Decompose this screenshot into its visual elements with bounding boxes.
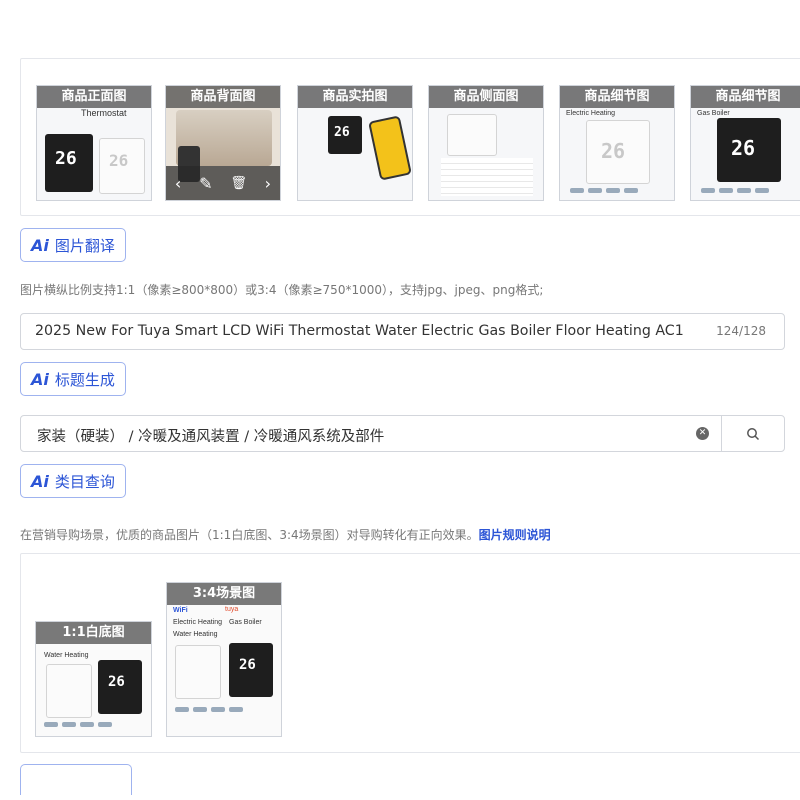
thumb-hover-toolbar: ‹ ✎ 🗑 › bbox=[166, 166, 280, 200]
image-format-hint: 图片横纵比例支持1:1（像素≥800*800）或3:4（像素≥750*1000）… bbox=[20, 283, 544, 297]
partner-logos bbox=[701, 188, 769, 194]
phone-image bbox=[368, 115, 412, 181]
spec-table bbox=[441, 158, 533, 196]
partner-logos bbox=[44, 722, 112, 728]
thumb-caption: 商品正面图 bbox=[37, 86, 151, 108]
thumbnail-detail-1[interactable]: Electric Heating 26 商品细节图 bbox=[559, 85, 675, 201]
partner-logos bbox=[570, 188, 638, 194]
thermostat-dark: 26 bbox=[45, 134, 93, 192]
marketing-caption: 1:1白底图 bbox=[36, 622, 151, 644]
thermostat-light bbox=[46, 664, 92, 718]
thermostat-light: 26 bbox=[586, 120, 650, 184]
thumb-overlay-text: Thermostat bbox=[81, 108, 127, 118]
thumb-caption: 商品侧面图 bbox=[429, 86, 543, 108]
thumb-caption: 商品细节图 bbox=[691, 86, 800, 108]
marketing-caption: 3:4场景图 bbox=[167, 583, 281, 605]
category-query-button[interactable]: Ai 类目查询 bbox=[20, 464, 126, 498]
prev-image-icon[interactable]: ‹ bbox=[175, 174, 181, 193]
title-input-value: 2025 New For Tuya Smart LCD WiFi Thermos… bbox=[35, 323, 684, 339]
marketing-image-text: WiFi bbox=[173, 607, 188, 614]
thermostat-dark: 26 bbox=[229, 643, 273, 697]
marketing-image-square[interactable]: Water Heating 26 1:1白底图 bbox=[35, 621, 152, 737]
image-rules-link[interactable]: 图片规则说明 bbox=[479, 528, 551, 542]
category-input[interactable]: 家装（硬装） / 冷暖及通风装置 / 冷暖通风系统及部件 ✕ bbox=[20, 415, 722, 452]
marketing-image-text: Electric Heating bbox=[173, 619, 223, 626]
marketing-image-text: Gas Boiler bbox=[229, 619, 262, 626]
category-search-button[interactable] bbox=[721, 415, 785, 452]
marketing-image-portrait[interactable]: WiFi tuya Electric Heating Gas Boiler Wa… bbox=[166, 582, 282, 737]
title-input[interactable]: 2025 New For Tuya Smart LCD WiFi Thermos… bbox=[20, 313, 785, 350]
thumbnail-back[interactable]: 商品背面图 ‹ ✎ 🗑 › bbox=[165, 85, 281, 201]
marketing-image-text: Water Heating bbox=[44, 652, 89, 659]
title-generate-label: 标题生成 bbox=[54, 370, 115, 389]
title-generate-button[interactable]: Ai 标题生成 bbox=[20, 362, 126, 396]
thumb-overlay-text: Electric Heating bbox=[566, 110, 616, 117]
marketing-image-text: tuya bbox=[225, 606, 239, 613]
ai-icon: Ai bbox=[31, 471, 49, 491]
edit-image-icon[interactable]: ✎ bbox=[199, 174, 212, 193]
marketing-hint-text: 在营销导购场景，优质的商品图片（1:1白底图、3:4场景图）对导购转化有正向效果… bbox=[20, 528, 479, 542]
clear-icon[interactable]: ✕ bbox=[696, 427, 709, 440]
category-query-label: 类目查询 bbox=[54, 472, 115, 491]
thumb-caption: 商品细节图 bbox=[560, 86, 674, 108]
ai-icon: Ai bbox=[31, 369, 49, 389]
thumb-caption: 商品背面图 bbox=[166, 86, 280, 108]
thumb-overlay-text: Gas Boiler bbox=[697, 110, 730, 117]
title-char-counter: 124/128 bbox=[716, 324, 766, 338]
marketing-hint: 在营销导购场景，优质的商品图片（1:1白底图、3:4场景图）对导购转化有正向效果… bbox=[20, 526, 551, 543]
thumbnail-side[interactable]: 商品侧面图 bbox=[428, 85, 544, 201]
category-input-value: 家装（硬装） / 冷暖及通风装置 / 冷暖通风系统及部件 bbox=[37, 429, 385, 445]
thumbnail-detail-2[interactable]: Gas Boiler 26 商品细节图 bbox=[690, 85, 800, 201]
delete-image-icon[interactable]: 🗑 bbox=[230, 176, 247, 191]
thermostat-dark: 26 bbox=[328, 116, 362, 154]
image-translate-label: 图片翻译 bbox=[54, 236, 115, 255]
thermostat-dark: 26 bbox=[717, 118, 781, 182]
search-icon bbox=[747, 428, 760, 441]
ai-icon: Ai bbox=[31, 235, 49, 255]
thermostat-light bbox=[175, 645, 221, 699]
thumbnail-real[interactable]: 26 商品实拍图 bbox=[297, 85, 413, 201]
thermostat-light: 26 bbox=[99, 138, 145, 194]
next-ai-button-partial[interactable] bbox=[20, 764, 132, 795]
next-image-icon[interactable]: › bbox=[265, 174, 271, 193]
thumbnail-front[interactable]: Thermostat 26 26 商品正面图 bbox=[36, 85, 152, 201]
image-translate-button[interactable]: Ai 图片翻译 bbox=[20, 228, 126, 262]
thermostat-dark: 26 bbox=[98, 660, 142, 714]
partner-logos bbox=[175, 707, 243, 713]
thumb-caption: 商品实拍图 bbox=[298, 86, 412, 108]
thermostat-light bbox=[447, 114, 497, 156]
marketing-image-text: Water Heating bbox=[173, 631, 218, 638]
